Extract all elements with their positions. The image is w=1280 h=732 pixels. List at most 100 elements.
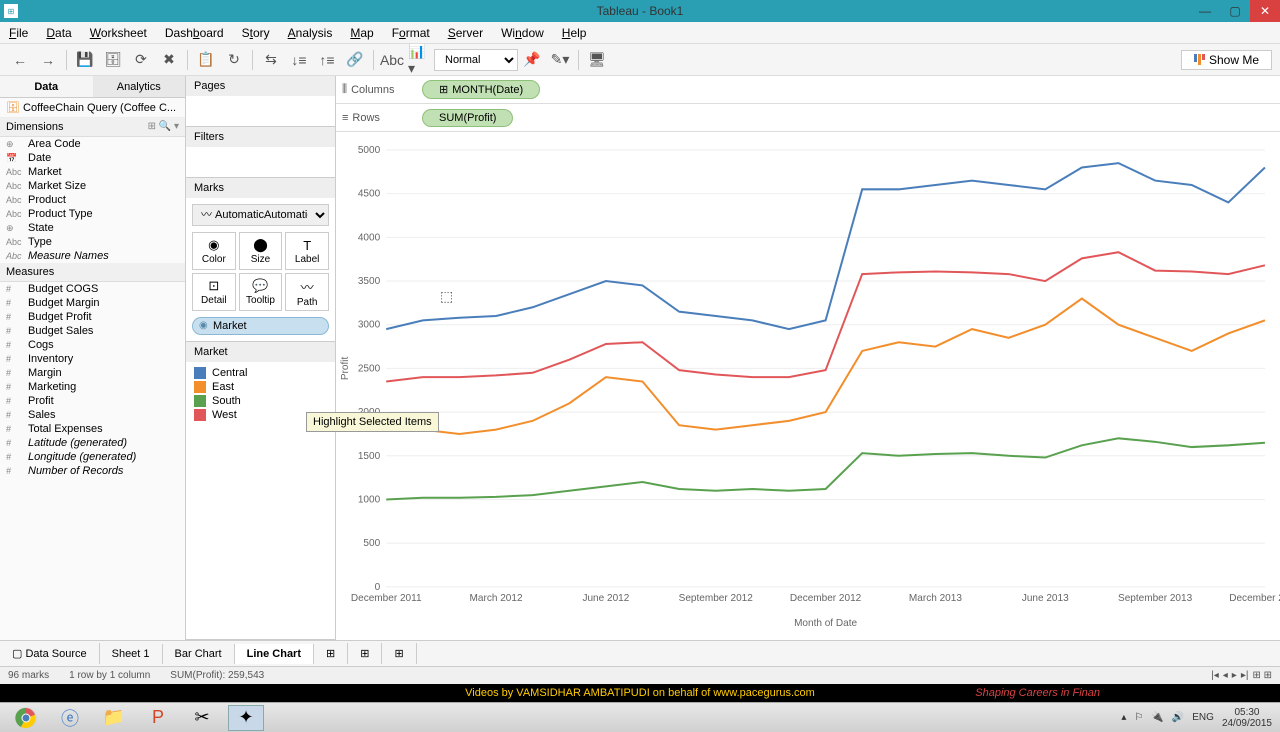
- dimension-field[interactable]: AbcType: [0, 235, 185, 249]
- menu-worksheet[interactable]: Worksheet: [81, 26, 156, 40]
- marks-pill-market[interactable]: Market: [192, 317, 329, 335]
- tray-sound-icon[interactable]: 🔊: [1172, 712, 1184, 723]
- dimension-field[interactable]: AbcProduct Type: [0, 207, 185, 221]
- sort-desc-button[interactable]: ↑≡: [315, 48, 339, 72]
- swap-button[interactable]: ⇆: [259, 48, 283, 72]
- label-button[interactable]: Abc: [380, 48, 404, 72]
- dimension-field[interactable]: AbcMarket Size: [0, 179, 185, 193]
- tray-clock[interactable]: 05:30 24/09/2015: [1222, 707, 1272, 729]
- menu-server[interactable]: Server: [439, 26, 492, 40]
- measure-field[interactable]: #Budget Profit: [0, 310, 185, 324]
- chart-area[interactable]: 0500100015002000250030003500400045005000…: [336, 132, 1280, 640]
- refresh-button[interactable]: ↻: [222, 48, 246, 72]
- menu-file[interactable]: File: [0, 26, 37, 40]
- line-central[interactable]: [386, 163, 1265, 329]
- back-button[interactable]: ←: [8, 48, 32, 72]
- measure-field[interactable]: #Marketing: [0, 380, 185, 394]
- explorer-icon[interactable]: 📁: [96, 705, 132, 731]
- dimension-field[interactable]: AbcProduct: [0, 193, 185, 207]
- measure-field[interactable]: #Longitude (generated): [0, 450, 185, 464]
- nav-last-button[interactable]: ▸|: [1241, 670, 1249, 681]
- pages-shelf[interactable]: [186, 96, 335, 126]
- datasource-tab[interactable]: ▢ Data Source: [0, 643, 100, 664]
- clear-button[interactable]: ✖: [157, 48, 181, 72]
- marks-type-dropdown[interactable]: 〰 AutomaticAutomatic: [192, 204, 329, 226]
- tableau-task-icon[interactable]: ✦: [228, 705, 264, 731]
- nav-next-button[interactable]: ▸: [1232, 670, 1237, 681]
- new-worksheet-button[interactable]: ⊞: [314, 643, 348, 664]
- data-tab[interactable]: Data: [0, 76, 93, 97]
- mark-size[interactable]: ⬤Size: [239, 232, 283, 270]
- measure-field[interactable]: #Budget COGS: [0, 282, 185, 296]
- presentation-button[interactable]: 🖥: [585, 48, 609, 72]
- sort-asc-button[interactable]: ↓≡: [287, 48, 311, 72]
- group-button[interactable]: 🔗: [343, 48, 367, 72]
- measure-field[interactable]: #Total Expenses: [0, 422, 185, 436]
- mark-tooltip[interactable]: 💬Tooltip: [239, 273, 283, 311]
- menu-format[interactable]: Format: [383, 26, 439, 40]
- highlight-button[interactable]: ✎▾: [548, 48, 572, 72]
- legend-item[interactable]: East: [194, 380, 327, 394]
- snip-icon[interactable]: ✂: [184, 705, 220, 731]
- rows-shelf[interactable]: ≡ Rows SUM(Profit): [336, 104, 1280, 132]
- showme-button[interactable]: Show Me: [1181, 50, 1272, 70]
- measure-field[interactable]: #Budget Sales: [0, 324, 185, 338]
- datasource-name[interactable]: 🗄 CoffeeChain Query (Coffee C...: [0, 98, 185, 118]
- menu-analysis[interactable]: Analysis: [279, 26, 342, 40]
- analytics-tab[interactable]: Analytics: [93, 76, 186, 97]
- view-cards-button[interactable]: ⊞ ⊞: [1252, 670, 1272, 681]
- duplicate-button[interactable]: 📋: [194, 48, 218, 72]
- save-button[interactable]: 💾: [73, 48, 97, 72]
- line-chart-tab[interactable]: Line Chart: [235, 644, 314, 664]
- auto-update-button[interactable]: ⟳: [129, 48, 153, 72]
- mark-color[interactable]: ◉Color: [192, 232, 236, 270]
- rows-pill[interactable]: SUM(Profit): [422, 109, 513, 127]
- mark-label[interactable]: TLabel: [285, 232, 329, 270]
- menu-map[interactable]: Map: [341, 26, 382, 40]
- menu-story[interactable]: Story: [233, 26, 279, 40]
- dimension-field[interactable]: ⊕State: [0, 221, 185, 235]
- new-dashboard-button[interactable]: ⊞: [348, 643, 382, 664]
- measure-field[interactable]: #Margin: [0, 366, 185, 380]
- line-south[interactable]: [386, 438, 1265, 499]
- measure-field[interactable]: #Budget Margin: [0, 296, 185, 310]
- menu-data[interactable]: Data: [37, 26, 80, 40]
- columns-shelf[interactable]: ⫼ Columns ⊞MONTH(Date): [336, 76, 1280, 104]
- legend-item[interactable]: South: [194, 394, 327, 408]
- new-datasource-button[interactable]: 🗄: [101, 48, 125, 72]
- close-button[interactable]: ✕: [1250, 0, 1280, 22]
- new-story-button[interactable]: ⊞: [382, 643, 416, 664]
- tray-safe-icon[interactable]: ⚐: [1134, 712, 1143, 723]
- dimension-field[interactable]: 📅Date: [0, 151, 185, 165]
- dimension-field[interactable]: ⊕Area Code: [0, 137, 185, 151]
- nav-first-button[interactable]: |◂: [1211, 670, 1219, 681]
- measure-field[interactable]: #Inventory: [0, 352, 185, 366]
- tray-lang[interactable]: ENG: [1192, 712, 1214, 723]
- measure-field[interactable]: #Latitude (generated): [0, 436, 185, 450]
- mark-detail[interactable]: ⊡Detail: [192, 273, 236, 311]
- sheet1-tab[interactable]: Sheet 1: [100, 644, 163, 664]
- measure-field[interactable]: #Sales: [0, 408, 185, 422]
- dimension-field[interactable]: AbcMeasure Names: [0, 249, 185, 263]
- minimize-button[interactable]: —: [1190, 0, 1220, 22]
- mark-path[interactable]: 〰Path: [285, 273, 329, 311]
- nav-prev-button[interactable]: ◂: [1223, 670, 1228, 681]
- columns-pill[interactable]: ⊞MONTH(Date): [422, 80, 540, 99]
- measure-field[interactable]: #Number of Records: [0, 464, 185, 478]
- dimension-field[interactable]: AbcMarket: [0, 165, 185, 179]
- powerpoint-icon[interactable]: P: [140, 705, 176, 731]
- ie-icon[interactable]: ⓔ: [52, 705, 88, 731]
- measure-field[interactable]: #Profit: [0, 394, 185, 408]
- menu-dashboard[interactable]: Dashboard: [156, 26, 233, 40]
- tray-up-icon[interactable]: ▴: [1121, 712, 1126, 723]
- legend-item[interactable]: Central: [194, 366, 327, 380]
- chrome-icon[interactable]: [8, 705, 44, 731]
- tray-power-icon[interactable]: 🔌: [1151, 712, 1163, 723]
- forward-button[interactable]: →: [36, 48, 60, 72]
- measure-field[interactable]: #Cogs: [0, 338, 185, 352]
- pin-button[interactable]: 📌: [520, 48, 544, 72]
- menu-help[interactable]: Help: [553, 26, 596, 40]
- bar-chart-tab[interactable]: Bar Chart: [163, 644, 235, 664]
- fit-dropdown[interactable]: Normal: [434, 49, 518, 71]
- view-mode-button[interactable]: 📊▾: [408, 48, 432, 72]
